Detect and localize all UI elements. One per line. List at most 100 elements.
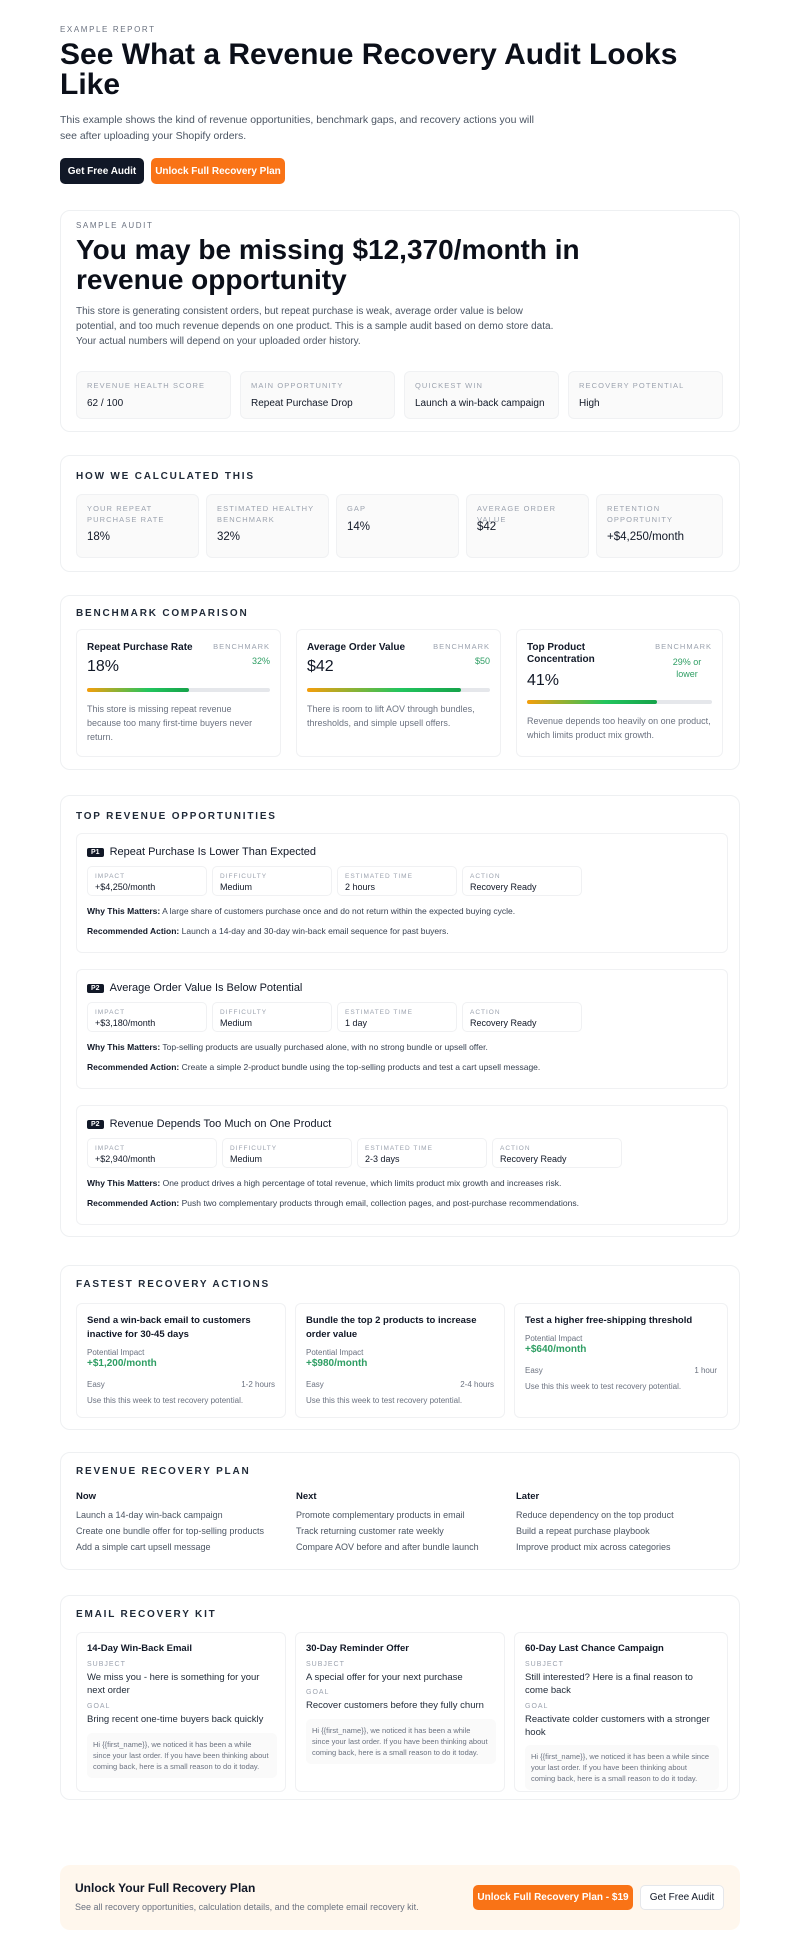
plan-item: Create one bundle offer for top-selling …: [76, 1526, 264, 1536]
email-template-item: 30-Day Reminder Offer SUBJECT A special …: [295, 1632, 505, 1792]
stat-recovery-potential: RECOVERY POTENTIAL High: [568, 371, 723, 419]
action-box: ACTION Recovery Ready: [462, 1002, 582, 1032]
plan-item: Track returning customer rate weekly: [296, 1526, 444, 1536]
fast-action-title: Test a higher free-shipping threshold: [525, 1315, 693, 1326]
impact-box: IMPACT +$4,250/month: [87, 866, 207, 896]
why-value: A large share of customers purchase once…: [162, 906, 516, 916]
recommended-text: Recommended Action: Launch a 14-day and …: [87, 926, 449, 936]
fast-action-note: Use this this week to test recovery pote…: [87, 1396, 244, 1405]
cta-description: See all recovery opportunities, calculat…: [75, 1902, 419, 1912]
why-label: Why This Matters:: [87, 1042, 161, 1052]
ease-value: Easy: [87, 1380, 105, 1389]
opportunity-heading: P2 Average Order Value Is Below Potential: [87, 982, 302, 994]
recovery-plan-card: REVENUE RECOVERY PLAN Now Launch a 14-da…: [60, 1452, 740, 1570]
action-label: ACTION: [470, 873, 501, 880]
time-label: ESTIMATED TIME: [345, 1009, 413, 1016]
calc-label: RETENTION OPPORTUNITY: [607, 504, 674, 524]
opportunity-item: P2 Revenue Depends Too Much on One Produc…: [76, 1105, 728, 1225]
stat-label: MAIN OPPORTUNITY: [251, 381, 344, 390]
impact-label: IMPACT: [95, 1009, 126, 1016]
why-text: Why This Matters: Top-selling products a…: [87, 1042, 488, 1052]
impact-value: +$4,250/month: [95, 882, 156, 892]
fast-action-title: Send a win-back email to customers inact…: [87, 1315, 251, 1340]
calc-value: 32%: [217, 531, 241, 543]
stat-value: Launch a win-back campaign: [415, 398, 545, 409]
benchmark-value: 29% or lower: [672, 657, 702, 679]
email-template-item: 14-Day Win-Back Email SUBJECT We miss yo…: [76, 1632, 286, 1792]
recommended-text: Recommended Action: Push two complementa…: [87, 1198, 579, 1208]
opportunity-title: Average Order Value Is Below Potential: [109, 982, 303, 994]
calculation-card: HOW WE CALCULATED THIS YOUR REPEAT PURCH…: [60, 455, 740, 572]
fast-action-note: Use this this week to test recovery pote…: [306, 1396, 463, 1405]
benchmark-note: There is room to lift AOV through bundle…: [307, 704, 475, 728]
fastest-actions-card: FASTEST RECOVERY ACTIONS Send a win-back…: [60, 1265, 740, 1430]
difficulty-box: DIFFICULTY Medium: [222, 1138, 352, 1168]
fast-action-note: Use this this week to test recovery pote…: [525, 1382, 682, 1391]
stat-revenue-health-score: REVENUE HEALTH SCORE 62 / 100: [76, 371, 231, 419]
time-box: ESTIMATED TIME 2 hours: [337, 866, 457, 896]
stat-quickest-win: QUICKEST WIN Launch a win-back campaign: [404, 371, 559, 419]
rec-label: Recommended Action:: [87, 1198, 180, 1208]
action-value: Recovery Ready: [470, 882, 537, 892]
action-label: ACTION: [470, 1009, 501, 1016]
calc-gap: GAP 14%: [336, 494, 459, 558]
benchmark-title: BENCHMARK COMPARISON: [76, 608, 249, 619]
difficulty-label: DIFFICULTY: [220, 873, 268, 880]
current-value: 18%: [87, 658, 120, 675]
calc-retention-opportunity: RETENTION OPPORTUNITY +$4,250/month: [596, 494, 723, 558]
opportunity-item: P2 Average Order Value Is Below Potential…: [76, 969, 728, 1089]
benchmark-value: $50: [474, 656, 490, 666]
get-free-audit-button[interactable]: Get Free Audit: [60, 158, 144, 184]
stat-value: High: [579, 398, 600, 409]
unlock-full-recovery-plan-button[interactable]: Unlock Full Recovery Plan: [151, 158, 285, 184]
rec-value: Launch a 14-day and 30-day win-back emai…: [181, 926, 449, 936]
email-body-preview: Hi {{first_name}}, we noticed it has bee…: [87, 1733, 277, 1778]
plan-column-name: Next: [296, 1491, 317, 1502]
plan-item: Compare AOV before and after bundle laun…: [296, 1542, 479, 1552]
opportunities-title: TOP REVENUE OPPORTUNITIES: [76, 811, 277, 822]
action-box: ACTION Recovery Ready: [462, 866, 582, 896]
why-label: Why This Matters:: [87, 1178, 161, 1188]
goal-value: Reactivate colder customers with a stron…: [525, 1714, 710, 1738]
email-name: 14-Day Win-Back Email: [87, 1643, 192, 1654]
time-label: ESTIMATED TIME: [345, 873, 413, 880]
why-text: Why This Matters: A large share of custo…: [87, 906, 515, 916]
get-free-audit-cta-button[interactable]: Get Free Audit: [640, 1885, 724, 1910]
subject-label: SUBJECT: [87, 1661, 126, 1668]
why-value: One product drives a high percentage of …: [162, 1178, 562, 1188]
plan-item: Launch a 14-day win-back campaign: [76, 1510, 223, 1520]
ease-value: Easy: [306, 1380, 324, 1389]
fast-action-item: Bundle the top 2 products to increase or…: [295, 1303, 505, 1418]
action-value: Recovery Ready: [500, 1154, 567, 1164]
stat-label: QUICKEST WIN: [415, 381, 484, 390]
current-value: 41%: [527, 672, 560, 689]
action-label: ACTION: [500, 1145, 531, 1152]
impact-box: IMPACT +$2,940/month: [87, 1138, 217, 1168]
difficulty-label: DIFFICULTY: [230, 1145, 278, 1152]
stat-label: REVENUE HEALTH SCORE: [87, 381, 206, 390]
impact-label: IMPACT: [95, 873, 126, 880]
goal-value: Bring recent one-time buyers back quickl…: [87, 1714, 264, 1725]
current-value: $42: [307, 658, 334, 675]
sample-audit-description: This store is generating consistent orde…: [76, 306, 554, 347]
impact-label: Potential Impact: [87, 1348, 145, 1357]
calc-average-order-value: AVERAGE ORDER VALUE $42: [466, 494, 589, 558]
progress-fill: [87, 688, 190, 692]
fastest-actions-title: FASTEST RECOVERY ACTIONS: [76, 1279, 270, 1290]
impact-label: Potential Impact: [306, 1348, 364, 1357]
rec-value: Push two complementary products through …: [181, 1198, 579, 1208]
subject-value: Still interested? Here is a final reason…: [525, 1672, 693, 1696]
progress-fill: [307, 688, 461, 692]
opportunity-heading: P2 Revenue Depends Too Much on One Produc…: [87, 1118, 331, 1130]
benchmark-label: BENCHMARK: [433, 642, 490, 651]
stat-value: 62 / 100: [87, 398, 124, 409]
benchmark-note: This store is missing repeat revenue bec…: [87, 704, 253, 742]
opportunities-card: TOP REVENUE OPPORTUNITIES P1 Repeat Purch…: [60, 795, 740, 1237]
calc-value: $42: [477, 521, 497, 533]
fast-action-item: Send a win-back email to customers inact…: [76, 1303, 286, 1418]
unlock-plan-19-button[interactable]: Unlock Full Recovery Plan - $19: [473, 1885, 633, 1910]
priority-tag: P1: [87, 847, 104, 857]
impact-value: +$3,180/month: [95, 1018, 156, 1028]
difficulty-value: Medium: [230, 1154, 263, 1164]
time-value: 2 hours: [345, 882, 376, 892]
